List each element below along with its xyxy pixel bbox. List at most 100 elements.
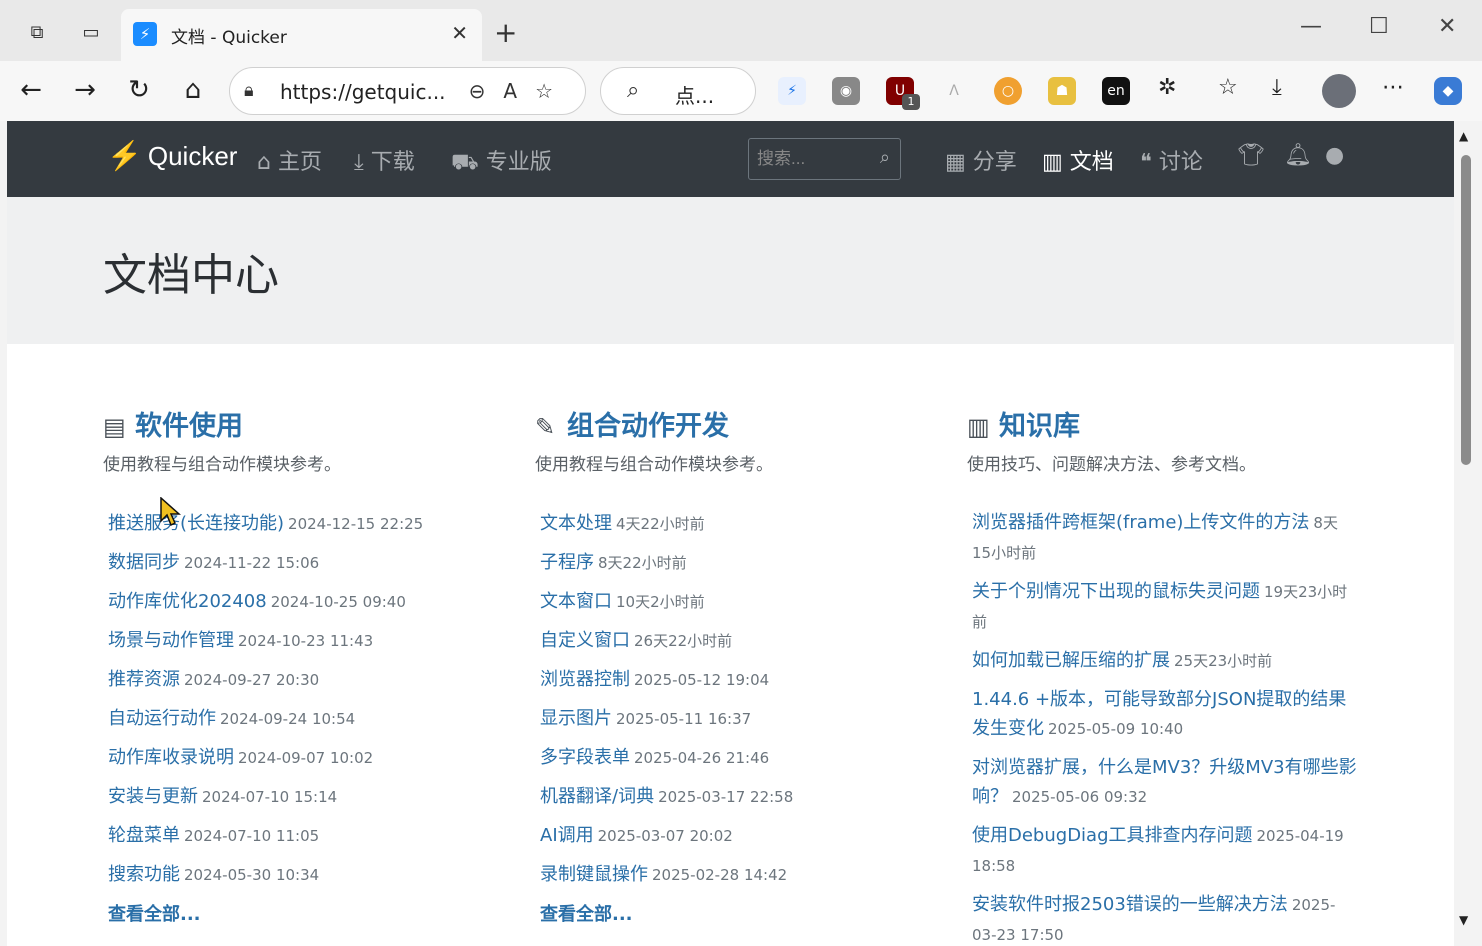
browser-toolbar: ← → ↻ ⌂ 🔒︎ https://getquic... ⊖A☆ ⌕ 点...…: [0, 61, 1482, 121]
scrollbar-thumb[interactable]: [1461, 155, 1471, 465]
doc-link[interactable]: 安装软件时报2503错误的一些解决方法: [972, 894, 1288, 915]
list-item: 浏览器控制 2025-05-12 19:04: [540, 660, 935, 699]
extension-icon[interactable]: ☗: [1048, 77, 1076, 105]
doc-link[interactable]: 使用DebugDiag工具排查内存问题: [972, 825, 1253, 846]
maximize-button[interactable]: ☐: [1369, 14, 1389, 39]
doc-link[interactable]: 自定义窗口: [540, 630, 630, 651]
doc-list: 推送服务(长连接功能) 2024-12-15 22:25 数据同步 2024-11-…: [103, 504, 503, 894]
bell-icon[interactable]: 🔔︎: [1284, 143, 1312, 168]
vertical-tabs-icon[interactable]: ▭: [78, 20, 104, 46]
more-menu-icon[interactable]: ⋯: [1382, 75, 1404, 100]
list-item: 显示图片 2025-05-11 16:37: [540, 699, 935, 738]
doc-link[interactable]: 文本处理: [540, 513, 612, 534]
nav-discuss[interactable]: ❝ 讨论: [1140, 144, 1203, 176]
nav-home[interactable]: ⌂ 主页: [257, 144, 322, 176]
doc-date: 2025-04-26 21:46: [634, 749, 770, 767]
doc-date: 2024-09-24 10:54: [220, 710, 356, 728]
refresh-button[interactable]: ↻: [124, 75, 154, 105]
extension-icon[interactable]: ○: [994, 77, 1022, 105]
doc-link[interactable]: 显示图片: [540, 708, 612, 729]
close-window-button[interactable]: ✕: [1438, 14, 1456, 39]
workspaces-icon[interactable]: ⧉: [24, 20, 50, 46]
section-knowledge-base: ▥ 知识库 使用技巧、问题解决方法、参考文档。 浏览器插件跨框架(frame)上传…: [967, 404, 1367, 946]
site-brand[interactable]: ⚡ Quicker: [107, 139, 237, 172]
copilot-icon[interactable]: ◆: [1434, 77, 1462, 105]
nav-share[interactable]: ▦ 分享: [945, 144, 1017, 176]
site-search: ⌕: [748, 138, 901, 180]
view-all-link[interactable]: 查看全部...: [103, 900, 503, 926]
url-text[interactable]: https://getquic...: [280, 80, 446, 104]
search-icon[interactable]: ⌕: [880, 147, 890, 168]
section-title[interactable]: ▤ 软件使用: [103, 404, 503, 444]
nav-download[interactable]: ⤓ 下载: [354, 144, 415, 176]
doc-link[interactable]: 数据同步: [108, 552, 180, 573]
doc-link[interactable]: 动作库收录说明: [108, 747, 234, 768]
doc-link[interactable]: 场景与动作管理: [108, 630, 234, 651]
nav-docs[interactable]: ▥ 文档: [1042, 144, 1114, 176]
doc-date: 2024-10-25 09:40: [270, 593, 406, 611]
profile-avatar[interactable]: [1322, 74, 1356, 108]
doc-link[interactable]: 安装与更新: [108, 786, 198, 807]
doc-link[interactable]: 轮盘菜单: [108, 825, 180, 846]
active-tab[interactable]: ⚡ 文档 - Quicker ✕: [121, 9, 482, 61]
forward-button[interactable]: →: [70, 75, 100, 105]
new-tab-button[interactable]: +: [494, 16, 517, 49]
nav-download-label: 下载: [370, 150, 415, 175]
user-icon[interactable]: ●: [1325, 143, 1344, 168]
back-button[interactable]: ←: [16, 75, 46, 105]
doc-link[interactable]: 推荐资源: [108, 669, 180, 690]
section-title-text[interactable]: 知识库: [999, 411, 1080, 442]
doc-link[interactable]: 子程序: [540, 552, 594, 573]
list-item: 搜索功能 2024-05-30 10:34: [108, 855, 503, 894]
section-title[interactable]: ▥ 知识库: [967, 404, 1367, 444]
address-bar-actions[interactable]: ⊖A☆: [469, 79, 571, 103]
section-software-usage: ▤ 软件使用 使用教程与组合动作模块参考。 推送服务(长连接功能) 2024-12-…: [103, 404, 503, 926]
downloads-icon[interactable]: ⤓: [1272, 75, 1282, 100]
doc-date: 8天22小时前: [598, 554, 687, 572]
section-title-text[interactable]: 组合动作开发: [567, 411, 729, 442]
nav-share-label: 分享: [972, 150, 1017, 175]
doc-link[interactable]: 搜索功能: [108, 864, 180, 885]
lock-icon[interactable]: 🔒︎: [244, 80, 254, 101]
address-bar[interactable]: 🔒︎ https://getquic... ⊖A☆: [229, 67, 586, 115]
doc-link[interactable]: 文本窗口: [540, 591, 612, 612]
section-title-text[interactable]: 软件使用: [135, 411, 243, 442]
download-icon: ⤓: [354, 150, 364, 175]
favorites-icon[interactable]: ☆: [1218, 75, 1238, 100]
doc-link[interactable]: 录制键鼠操作: [540, 864, 648, 885]
mouse-cursor-icon: [160, 497, 181, 527]
page-scrollbar[interactable]: ▲ ▼: [1454, 121, 1482, 946]
view-all-link[interactable]: 查看全部...: [535, 900, 935, 926]
nav-pro[interactable]: ⛟ 专业版: [451, 144, 552, 178]
extension-icon[interactable]: en: [1102, 77, 1130, 105]
section-title[interactable]: ✎ 组合动作开发: [535, 404, 935, 444]
list-item: 对浏览器扩展，什么是MV3？升级MV3有哪些影响？ 2025-05-06 09:3…: [972, 749, 1357, 817]
close-tab-icon[interactable]: ✕: [451, 21, 468, 45]
doc-list: 浏览器插件跨框架(frame)上传文件的方法 8天15小时前 关于个别情况下出现的…: [967, 504, 1367, 946]
doc-link[interactable]: 多字段表单: [540, 747, 630, 768]
tshirt-icon[interactable]: 👕︎: [1237, 143, 1265, 168]
quicker-extension-icon[interactable]: ⚡: [778, 77, 806, 105]
scroll-down-icon[interactable]: ▼: [1459, 913, 1468, 927]
site-search-input[interactable]: [757, 147, 862, 171]
doc-link[interactable]: 自动运行动作: [108, 708, 216, 729]
doc-link[interactable]: 如何加载已解压缩的扩展: [972, 650, 1170, 671]
doc-link[interactable]: 机器翻译/词典: [540, 786, 654, 807]
doc-link[interactable]: 动作库优化202408: [108, 591, 267, 612]
tab-title: 文档 - Quicker: [171, 28, 287, 48]
doc-link[interactable]: 浏览器控制: [540, 669, 630, 690]
extension-badge: 1: [902, 94, 920, 110]
extension-icon[interactable]: ◉: [832, 77, 860, 105]
home-button[interactable]: ⌂: [178, 75, 208, 105]
doc-link[interactable]: AI调用: [540, 825, 594, 846]
doc-link[interactable]: 推送服务(长连接功能): [108, 513, 284, 534]
doc-link[interactable]: 浏览器插件跨框架(frame)上传文件的方法: [972, 512, 1309, 533]
sidebar-search-box[interactable]: ⌕ 点...: [600, 67, 756, 115]
sidebar-search-text[interactable]: 点...: [675, 80, 714, 109]
minimize-button[interactable]: —: [1300, 14, 1322, 39]
doc-link[interactable]: 关于个别情况下出现的鼠标失灵问题: [972, 581, 1260, 602]
scroll-up-icon[interactable]: ▲: [1459, 129, 1468, 143]
extensions-icon[interactable]: ✲: [1158, 75, 1176, 100]
list-item: 使用DebugDiag工具排查内存问题 2025-04-19 18:58: [972, 817, 1357, 886]
extension-icon[interactable]: Λ: [940, 77, 968, 105]
